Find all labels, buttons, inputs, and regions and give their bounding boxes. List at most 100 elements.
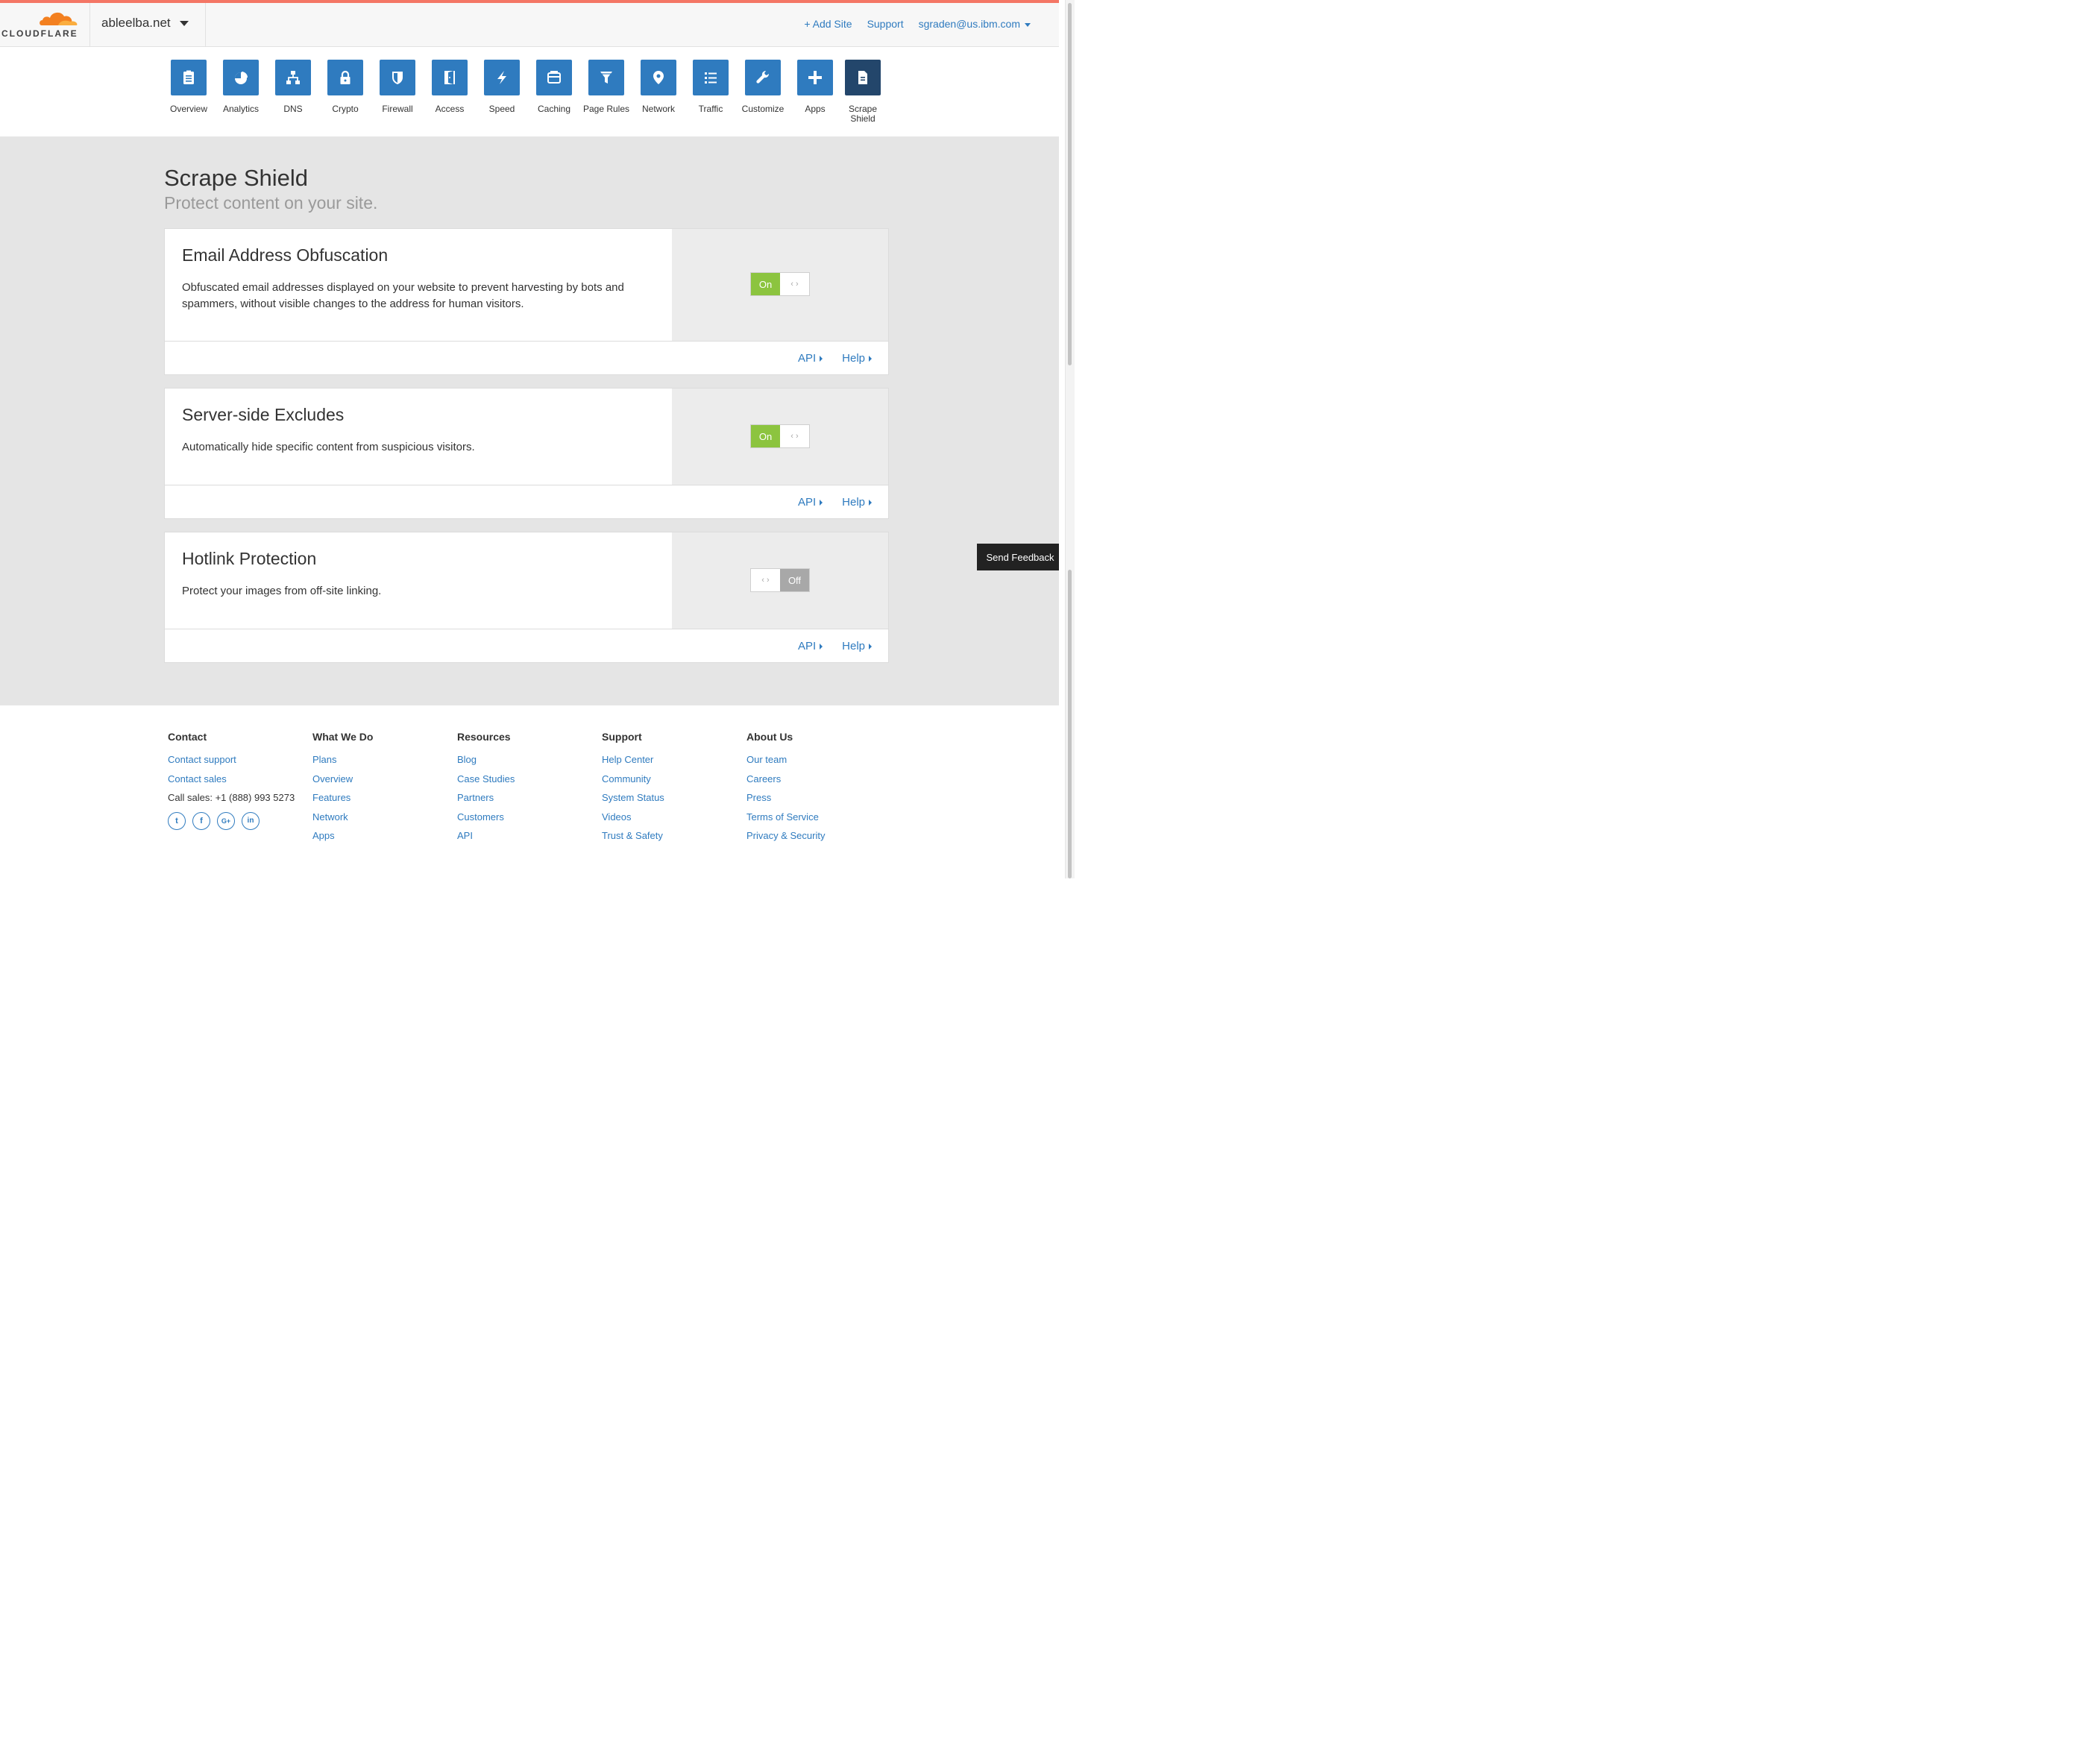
footer-link[interactable]: Customers	[457, 808, 599, 827]
footer-link[interactable]: Plans	[312, 750, 454, 770]
footer-link[interactable]: API	[457, 826, 599, 846]
wrench-icon	[745, 60, 781, 95]
card-control: ‹ › Off	[672, 532, 888, 629]
page-subtitle: Protect content on your site.	[164, 193, 378, 213]
card-email-obfuscation: Email Address Obfuscation Obfuscated ema…	[164, 228, 889, 375]
nav-page-rules[interactable]: Page Rules	[580, 60, 632, 114]
cloudflare-logo[interactable]: CLOUDFLARE	[0, 3, 90, 46]
help-link[interactable]: Help	[842, 352, 872, 365]
email-obfuscation-toggle[interactable]: On ‹ ›	[750, 272, 810, 296]
twitter-icon[interactable]: t	[168, 811, 186, 830]
footer-link[interactable]: Blog	[457, 750, 599, 770]
nav-scrape-shield[interactable]: Scrape Shield	[841, 60, 884, 124]
nav-label: Crypto	[332, 104, 359, 114]
caret-right-icon	[869, 500, 872, 506]
nav-customize[interactable]: Customize	[737, 60, 789, 114]
site-selector[interactable]: ableelba.net	[90, 3, 206, 46]
linkedin-icon[interactable]: in	[242, 811, 260, 830]
nav-network[interactable]: Network	[632, 60, 685, 114]
footer-link[interactable]: Trust & Safety	[602, 826, 744, 846]
site-footer: Contact Contact support Contact sales Ca…	[0, 705, 1059, 875]
footer-link[interactable]: Contact sales	[168, 770, 309, 789]
footer-link[interactable]: Our team	[746, 750, 888, 770]
nav-firewall[interactable]: Firewall	[371, 60, 424, 114]
server-icon	[536, 60, 572, 95]
facebook-icon[interactable]: f	[192, 811, 210, 830]
footer-link[interactable]: Contact support	[168, 750, 309, 770]
support-link[interactable]: Support	[867, 18, 904, 30]
footer-link[interactable]: Privacy & Security	[746, 826, 888, 846]
card-description: Protect your images from off-site linkin…	[182, 585, 382, 597]
cloud-logo-icon	[40, 12, 78, 25]
card-description: Obfuscated email addresses displayed on …	[182, 281, 624, 310]
list-icon	[693, 60, 729, 95]
google-plus-icon[interactable]: G+	[217, 811, 235, 830]
footer-link[interactable]: Features	[312, 788, 454, 808]
footer-heading: Contact	[168, 731, 207, 743]
scrollbar-thumb[interactable]	[1068, 3, 1072, 365]
nav-dns[interactable]: DNS	[267, 60, 319, 114]
footer-link[interactable]: Overview	[312, 770, 454, 789]
nav-speed[interactable]: Speed	[476, 60, 528, 114]
footer-link[interactable]: Careers	[746, 770, 888, 789]
nav-analytics[interactable]: Analytics	[215, 60, 267, 114]
nav-overview[interactable]: Overview	[163, 60, 215, 114]
nav-apps[interactable]: Apps	[789, 60, 841, 114]
api-link[interactable]: API	[798, 352, 823, 365]
footer-link[interactable]: Press	[746, 788, 888, 808]
footer-link[interactable]: Apps	[312, 826, 454, 846]
card-content: Email Address Obfuscation Obfuscated ema…	[165, 229, 673, 341]
api-link[interactable]: API	[798, 496, 823, 509]
caret-right-icon	[820, 500, 823, 506]
footer-link[interactable]: Community	[602, 770, 744, 789]
footer-link[interactable]: Network	[312, 808, 454, 827]
document-icon	[845, 60, 881, 95]
hotlink-protection-toggle[interactable]: ‹ › Off	[750, 568, 810, 592]
nav-crypto[interactable]: Crypto	[319, 60, 371, 114]
site-name: ableelba.net	[101, 16, 171, 30]
server-side-excludes-toggle[interactable]: On ‹ ›	[750, 424, 810, 448]
card-server-side-excludes: Server-side Excludes Automatically hide …	[164, 388, 889, 519]
nav-access[interactable]: Access	[424, 60, 476, 114]
footer-col-contact: Contact Contact support Contact sales Ca…	[168, 731, 309, 830]
nav-label: Page Rules	[582, 104, 630, 114]
footer-heading: Support	[602, 731, 642, 743]
lock-icon	[327, 60, 363, 95]
nav-label: Firewall	[382, 104, 413, 114]
footer-link[interactable]: Case Studies	[457, 770, 599, 789]
help-link[interactable]: Help	[842, 496, 872, 509]
add-site-link[interactable]: + Add Site	[804, 18, 852, 30]
footer-col-support: Support Help Center Community System Sta…	[602, 731, 744, 846]
card-footer: API Help	[165, 485, 888, 518]
help-link[interactable]: Help	[842, 640, 872, 652]
card-content: Server-side Excludes Automatically hide …	[165, 389, 673, 485]
api-link[interactable]: API	[798, 640, 823, 652]
toggle-off-label: Off	[780, 569, 809, 591]
caret-right-icon	[820, 644, 823, 650]
card-control: On ‹ ›	[672, 229, 888, 341]
api-label: API	[797, 496, 817, 509]
footer-link[interactable]: Terms of Service	[746, 808, 888, 827]
plus-icon	[797, 60, 833, 95]
footer-link[interactable]: Help Center	[602, 750, 744, 770]
send-feedback-button[interactable]: Send Feedback	[977, 544, 1059, 570]
nav-traffic[interactable]: Traffic	[685, 60, 737, 114]
footer-link[interactable]: Videos	[602, 808, 744, 827]
nav-caching[interactable]: Caching	[528, 60, 580, 114]
nav-label: Overview	[169, 104, 207, 114]
help-label: Help	[842, 640, 865, 652]
nav-label: Access	[435, 104, 465, 114]
header-bar: CLOUDFLARE ableelba.net + Add Site Suppo…	[0, 3, 1059, 47]
footer-link[interactable]: System Status	[602, 788, 744, 808]
chevron-down-icon	[1025, 22, 1031, 27]
card-description: Automatically hide specific content from…	[182, 441, 475, 453]
lightning-icon	[484, 60, 520, 95]
scrollbar-thumb-lower[interactable]	[1068, 570, 1072, 878]
footer-heading: What We Do	[312, 731, 374, 743]
footer-heading: About Us	[746, 731, 793, 743]
card-title: Server-side Excludes	[182, 405, 345, 424]
nav-label: Network	[641, 104, 675, 114]
toggle-handle: ‹ ›	[780, 425, 809, 447]
user-menu[interactable]: sgraden@us.ibm.com	[919, 18, 1031, 30]
footer-link[interactable]: Partners	[457, 788, 599, 808]
